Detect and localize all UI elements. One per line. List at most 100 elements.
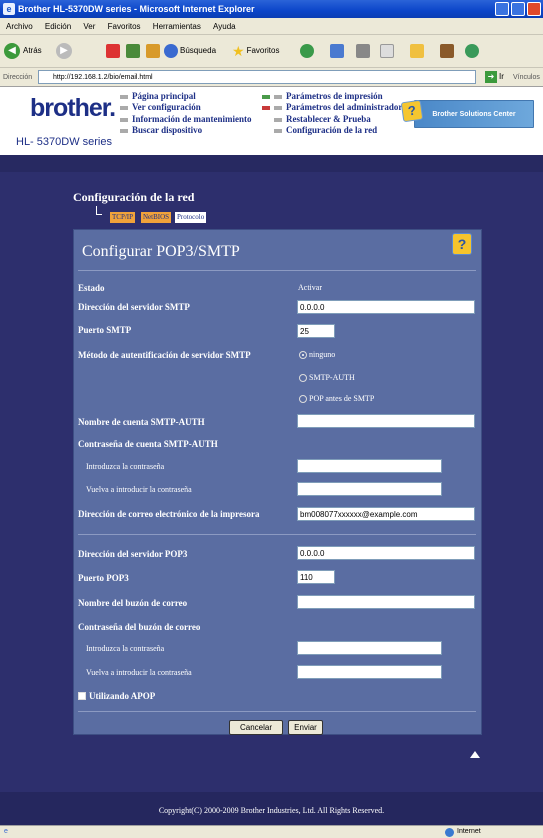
tab-netbios[interactable]: NetBIOS — [141, 212, 172, 223]
search-button[interactable]: Búsqueda — [164, 43, 216, 59]
smtp-password-label: Contraseña de cuenta SMTP-AUTH — [78, 439, 218, 449]
nav-reset-test[interactable]: Restablecer & Prueba — [274, 114, 371, 125]
menu-file[interactable]: Archivo — [6, 22, 33, 31]
apop-checkbox[interactable]: Utilizando APOP — [78, 691, 155, 701]
model-name: HL- 5370DW series — [16, 136, 112, 148]
stop-icon — [106, 44, 120, 58]
window-title-bar: e Brother HL-5370DW series - Microsoft I… — [0, 0, 543, 18]
links-label[interactable]: Vínculos — [513, 68, 540, 87]
tree-connector — [96, 206, 102, 215]
refresh-button[interactable] — [126, 43, 142, 59]
stop-button[interactable] — [106, 43, 122, 59]
ie-icon: e — [3, 3, 15, 15]
lock-icon — [262, 105, 270, 110]
forward-button[interactable]: ▶ — [56, 43, 75, 59]
tab-protocol[interactable]: Protocolo — [175, 212, 207, 223]
home-icon — [146, 44, 160, 58]
copyright-text: Copyright(C) 2000-2009 Brother Industrie… — [158, 806, 385, 815]
auth-method-label: Método de autentificación de servidor SM… — [78, 350, 251, 360]
smtp-account-input[interactable] — [297, 414, 475, 428]
auth-none-radio[interactable]: ninguno — [299, 350, 335, 359]
mailbox-password-reenter-label: Vuelva a introducir la contraseña — [86, 668, 192, 677]
menu-help[interactable]: Ayuda — [213, 22, 236, 31]
print-button[interactable] — [356, 43, 372, 59]
close-button[interactable] — [527, 2, 541, 16]
nav-view-config[interactable]: Ver configuración — [120, 102, 201, 113]
smtp-account-label: Nombre de cuenta SMTP-AUTH — [78, 417, 205, 427]
printer-email-input[interactable] — [297, 507, 475, 521]
smtp-password-input[interactable] — [297, 459, 442, 473]
divider — [78, 270, 476, 271]
go-button[interactable]: ➜ Ir — [485, 70, 504, 84]
mail-button[interactable] — [330, 43, 346, 59]
smtp-port-input[interactable] — [297, 324, 335, 338]
divider — [78, 711, 476, 712]
history-button[interactable] — [300, 43, 316, 59]
minimize-button[interactable] — [495, 2, 509, 16]
lock-open-icon — [262, 94, 270, 99]
menu-edit[interactable]: Edición — [45, 22, 71, 31]
nav-find-device[interactable]: Buscar dispositivo — [120, 125, 202, 136]
menu-favorites[interactable]: Favoritos — [108, 22, 141, 31]
address-input[interactable]: http://192.168.1.2/bio/email.html — [38, 70, 476, 84]
nav-maintenance-info[interactable]: Información de mantenimiento — [120, 114, 252, 125]
form-title: Configurar POP3/SMTP — [82, 243, 240, 260]
star-icon: ★ — [232, 43, 245, 59]
pop3-server-input[interactable] — [297, 546, 475, 560]
refresh-icon — [126, 44, 140, 58]
edit-button[interactable] — [380, 43, 396, 59]
nav-network-config[interactable]: Configuración de la red — [274, 125, 377, 136]
mailbox-password-enter-label: Introduzca la contraseña — [86, 644, 165, 653]
edit-icon — [380, 44, 394, 58]
help-question-icon[interactable]: ? — [400, 99, 424, 123]
status-bar: e Internet — [0, 825, 543, 838]
maximize-button[interactable] — [511, 2, 525, 16]
brother-logo[interactable]: brother. — [30, 94, 116, 123]
pop3-port-input[interactable] — [297, 570, 335, 584]
tab-tcpip[interactable]: TCP/IP — [110, 212, 136, 223]
messenger-button[interactable] — [465, 43, 481, 59]
header-strip — [0, 155, 543, 172]
favorites-button[interactable]: ★ Favoritos — [232, 43, 279, 59]
scroll-top-icon[interactable] — [470, 751, 480, 758]
history-icon — [300, 44, 314, 58]
mail-icon — [330, 44, 344, 58]
smtp-password-confirm-input[interactable] — [297, 482, 442, 496]
solutions-center-link[interactable]: Brother Solutions Center — [414, 100, 534, 128]
nav-admin-settings[interactable]: Parámetros del administrador — [262, 102, 402, 113]
status-value: Activar — [298, 283, 322, 292]
smtp-server-input[interactable] — [297, 300, 475, 314]
menu-view[interactable]: Ver — [83, 22, 95, 31]
menu-tools[interactable]: Herramientas — [153, 22, 201, 31]
pop3-server-label: Dirección del servidor POP3 — [78, 549, 188, 559]
auth-smtp-auth-radio[interactable]: SMTP-AUTH — [299, 373, 355, 382]
divider — [78, 534, 476, 535]
forward-arrow-icon: ▶ — [56, 43, 72, 59]
print-icon — [356, 44, 370, 58]
home-button[interactable] — [146, 43, 162, 59]
nav-home[interactable]: Página principal — [120, 91, 196, 102]
research-button[interactable] — [440, 43, 456, 59]
nav-print-settings[interactable]: Parámetros de impresión — [262, 91, 383, 102]
go-arrow-icon: ➜ — [485, 71, 497, 83]
cancel-button[interactable]: Cancelar — [229, 720, 283, 735]
section-title: Configuración de la red — [73, 190, 195, 204]
smtp-password-reenter-label: Vuelva a introducir la contraseña — [86, 485, 192, 494]
submit-button[interactable]: Enviar — [288, 720, 323, 735]
status-label: Estado — [78, 283, 105, 293]
help-icon[interactable]: ? — [452, 233, 472, 255]
mailbox-password-input[interactable] — [297, 641, 442, 655]
printer-email-label: Dirección de correo electrónico de la im… — [78, 509, 260, 519]
folder-button[interactable] — [410, 43, 426, 59]
auth-pop-before-smtp-radio[interactable]: POP antes de SMTP — [299, 394, 374, 403]
back-button[interactable]: ◀ Atrás — [4, 43, 42, 59]
research-icon — [440, 44, 454, 58]
mailbox-name-input[interactable] — [297, 595, 475, 609]
mailbox-password-confirm-input[interactable] — [297, 665, 442, 679]
window-title: Brother HL-5370DW series - Microsoft Int… — [18, 4, 255, 14]
zone-indicator: Internet — [445, 826, 481, 838]
back-arrow-icon: ◀ — [4, 43, 20, 59]
mailbox-name-label: Nombre del buzón de correo — [78, 598, 188, 608]
address-label: Dirección — [3, 74, 33, 81]
pop3-port-label: Puerto POP3 — [78, 573, 129, 583]
